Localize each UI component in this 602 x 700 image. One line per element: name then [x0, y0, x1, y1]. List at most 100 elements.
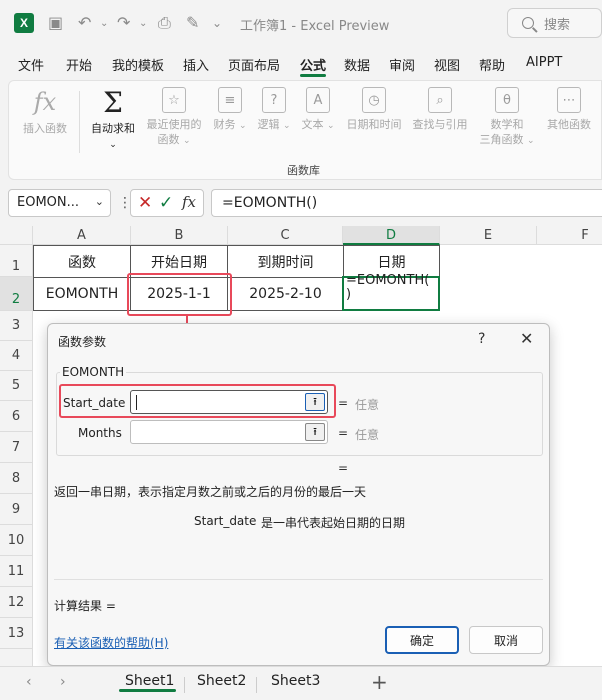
row-header[interactable]: 10 — [0, 525, 33, 556]
formula-input[interactable]: =EOMONTH() — [211, 189, 602, 217]
menu-aippt[interactable]: AIPPT — [526, 55, 562, 70]
close-icon[interactable]: ✕ — [520, 329, 533, 348]
undo-dropdown-icon[interactable]: ⌄ — [100, 18, 108, 29]
recent-label-1: 最近使用的 — [146, 118, 202, 131]
argument-description: 是一串代表起始日期的日期 — [261, 516, 406, 530]
insert-function-button[interactable]: fx 插入函数 — [19, 87, 71, 136]
start-date-equals: = — [338, 396, 349, 410]
cancel-button[interactable]: 取消 — [469, 626, 543, 654]
add-sheet-icon[interactable]: + — [371, 670, 388, 694]
row-header[interactable]: 12 — [0, 587, 33, 618]
row-header[interactable]: 2 — [0, 277, 33, 311]
menu-formulas[interactable]: 公式 — [300, 55, 326, 74]
sheet-tab-1[interactable]: Sheet1 — [125, 673, 174, 689]
sheet-tab-2[interactable]: Sheet2 — [197, 673, 246, 689]
edit-icon[interactable]: ✎ — [186, 13, 199, 32]
months-equals: = — [338, 426, 349, 440]
menu-help[interactable]: 帮助 — [479, 55, 505, 74]
row-header[interactable]: 6 — [0, 401, 33, 432]
active-tab-underline — [300, 74, 326, 77]
lookup-reference-button[interactable]: ⌕ 查找与引用 — [407, 87, 473, 132]
redo-icon[interactable]: ↷ — [117, 13, 130, 32]
menu-view[interactable]: 视图 — [434, 55, 460, 74]
select-all-corner[interactable] — [0, 226, 33, 245]
excel-logo-icon: X — [14, 13, 34, 33]
logical-label: 逻辑 — [257, 118, 280, 131]
text-a-icon: A — [306, 87, 330, 113]
row-header[interactable]: 3 — [0, 311, 33, 341]
cell-d2-formula-line2: ) — [346, 287, 352, 302]
logical-button[interactable]: ? 逻辑 ⌄ — [253, 87, 295, 134]
menu-page-layout[interactable]: 页面布局 — [228, 55, 280, 74]
undo-icon[interactable]: ↶ — [78, 13, 91, 32]
chevron-down-icon: ⌄ — [326, 121, 335, 131]
function-icon[interactable]: fx — [182, 193, 196, 211]
row-header[interactable]: 7 — [0, 432, 33, 463]
cell-d2-active[interactable]: =EOMONTH( ) — [342, 273, 440, 311]
menu-home[interactable]: 开始 — [66, 55, 92, 74]
ok-button[interactable]: 确定 — [385, 626, 459, 654]
menu-insert[interactable]: 插入 — [183, 55, 209, 74]
date-time-button[interactable]: ◷ 日期和时间 — [341, 87, 407, 132]
row-header[interactable]: 5 — [0, 371, 33, 401]
highlight-box-b2 — [127, 273, 232, 316]
sheet-tab-3[interactable]: Sheet3 — [271, 673, 320, 689]
result-equals: = — [338, 461, 349, 475]
function-arguments-dialog: 函数参数 ? ✕ EOMONTH Start_date ⭱ = 任意 Month… — [47, 323, 550, 666]
column-header[interactable]: F — [537, 226, 602, 245]
start-date-input[interactable]: ⭱ — [130, 390, 328, 414]
row-header[interactable]: 13 — [0, 618, 33, 649]
row-header[interactable]: 8 — [0, 463, 33, 494]
financial-label: 财务 — [213, 118, 236, 131]
column-header[interactable]: A — [33, 226, 131, 245]
months-input[interactable]: ⭱ — [130, 420, 328, 444]
row-header[interactable]: 1 — [0, 245, 33, 277]
row-header[interactable] — [0, 649, 33, 666]
name-box[interactable]: EOMON... ⌄ — [8, 189, 111, 217]
date-time-label: 日期和时间 — [346, 118, 402, 131]
autosum-label: 自动求和 — [91, 122, 135, 135]
autosum-button[interactable]: Σ 自动求和 ⌄ — [85, 87, 141, 153]
chevron-right-icon[interactable]: › — [60, 674, 66, 690]
menu-file[interactable]: 文件 — [18, 55, 44, 74]
customize-toolbar-icon[interactable]: ⌄ — [212, 16, 222, 30]
clock-icon: ◷ — [362, 87, 386, 113]
lookup-label: 查找与引用 — [412, 118, 468, 131]
cancel-icon[interactable]: ✕ — [138, 193, 152, 213]
chevron-down-icon: ⌄ — [282, 121, 291, 131]
column-header[interactable]: D — [343, 226, 440, 245]
theta-icon: θ — [495, 87, 519, 113]
chevron-left-icon[interactable]: ‹ — [26, 674, 32, 690]
collapse-dialog-icon[interactable]: ⭱ — [305, 393, 325, 411]
ribbon-group-label: 函数库 — [287, 164, 320, 177]
math-trig-button[interactable]: θ 数学和 三角函数 ⌄ — [475, 87, 539, 149]
column-header[interactable]: B — [131, 226, 228, 245]
row-header[interactable]: 4 — [0, 341, 33, 371]
help-icon[interactable]: ? — [478, 331, 485, 347]
search-box[interactable]: 搜索 — [507, 8, 602, 38]
text-button[interactable]: A 文本 ⌄ — [297, 87, 339, 134]
financial-button[interactable]: ≡ 财务 ⌄ — [209, 87, 251, 134]
text-caret — [136, 395, 137, 410]
collapse-dialog-icon[interactable]: ⭱ — [305, 423, 325, 441]
function-help-link[interactable]: 有关该函数的帮助(H) — [54, 634, 168, 651]
row-header[interactable]: 9 — [0, 494, 33, 525]
save-icon[interactable]: ▣ — [48, 13, 63, 32]
row-header[interactable]: 11 — [0, 556, 33, 587]
cell-a1[interactable]: 函数 — [33, 245, 131, 278]
print-icon[interactable]: ⎙ — [158, 13, 171, 33]
cell-c2[interactable]: 2025-2-10 — [227, 277, 344, 311]
redo-dropdown-icon[interactable]: ⌄ — [139, 18, 147, 29]
months-label: Months — [78, 426, 122, 440]
cell-a2[interactable]: EOMONTH — [33, 277, 131, 311]
recent-functions-button[interactable]: ☆ 最近使用的 函数 ⌄ — [143, 87, 205, 149]
check-icon[interactable]: ✓ — [159, 193, 173, 213]
column-header[interactable]: E — [440, 226, 537, 245]
menu-review[interactable]: 审阅 — [389, 55, 415, 74]
column-header[interactable]: C — [228, 226, 343, 245]
menu-my-templates[interactable]: 我的模板 — [112, 55, 164, 74]
more-functions-button[interactable]: ⋯ 其他函数 — [541, 87, 597, 132]
cell-d2-formula-line1: =EOMONTH( — [346, 273, 430, 288]
menu-data[interactable]: 数据 — [344, 55, 370, 74]
cell-c1[interactable]: 到期时间 — [227, 245, 344, 278]
